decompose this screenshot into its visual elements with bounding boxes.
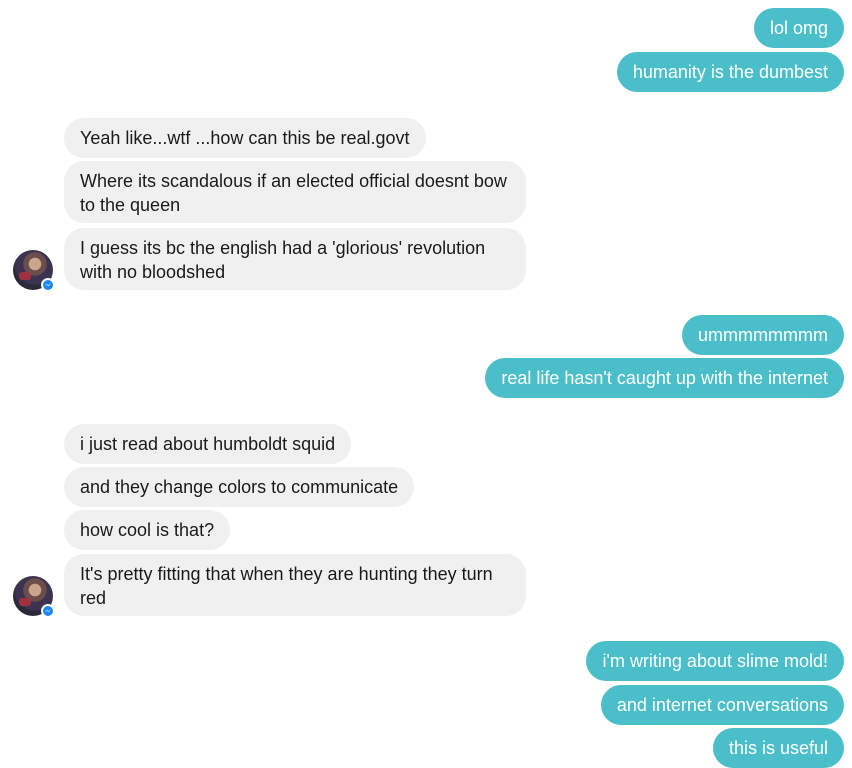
- message-thread: lol omg humanity is the dumbest Yeah lik…: [0, 0, 852, 768]
- outgoing-message[interactable]: i'm writing about slime mold!: [586, 641, 844, 681]
- messenger-badge-icon: [41, 604, 55, 618]
- incoming-message[interactable]: and they change colors to communicate: [64, 467, 415, 507]
- outgoing-message[interactable]: and internet conversations: [600, 685, 844, 725]
- outgoing-message[interactable]: real life hasn't caught up with the inte…: [485, 358, 844, 398]
- incoming-message[interactable]: It's pretty fitting that when they are h…: [64, 554, 526, 616]
- incoming-message[interactable]: i just read about humboldt squid: [64, 424, 352, 464]
- incoming-message[interactable]: how cool is that?: [64, 510, 231, 550]
- outgoing-message[interactable]: ummmmmmmm: [682, 315, 844, 355]
- sender-avatar[interactable]: [13, 576, 55, 618]
- sender-avatar[interactable]: [13, 250, 55, 292]
- outgoing-message[interactable]: this is useful: [712, 728, 844, 768]
- incoming-message[interactable]: Where its scandalous if an elected offic…: [64, 161, 526, 223]
- outgoing-message[interactable]: lol omg: [753, 8, 844, 48]
- outgoing-message[interactable]: humanity is the dumbest: [616, 52, 844, 92]
- incoming-message[interactable]: Yeah like...wtf ...how can this be real.…: [64, 118, 426, 158]
- messenger-badge-icon: [41, 278, 55, 292]
- incoming-message[interactable]: I guess its bc the english had a 'glorio…: [64, 228, 526, 290]
